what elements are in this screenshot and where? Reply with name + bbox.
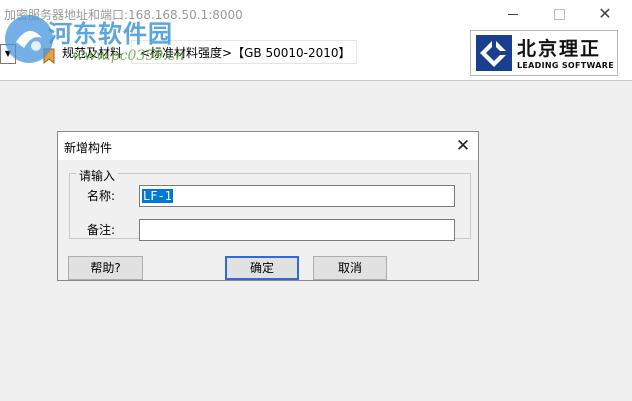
name-input[interactable]: LF-1 xyxy=(139,185,455,207)
watermark-text: 河东软件园 xyxy=(48,20,173,48)
name-label: 名称: xyxy=(87,189,116,203)
minimize-icon xyxy=(508,13,518,15)
note-label: 备注: xyxy=(87,223,116,237)
new-component-dialog: 新增构件 ✕ 请输入 名称: LF-1 备注: 帮助? 确定 取消 xyxy=(57,131,479,281)
groupbox-legend: 请输入 xyxy=(76,167,119,184)
cancel-button[interactable]: 取消 xyxy=(313,256,387,280)
watermark-url: www.pc0359.cn xyxy=(72,48,185,64)
note-input[interactable] xyxy=(139,219,455,241)
logo-chinese-text: 北京理正 xyxy=(517,38,602,60)
close-icon: ✕ xyxy=(455,136,471,156)
close-icon: ✕ xyxy=(598,4,612,23)
window-close-button[interactable]: ✕ xyxy=(582,0,628,28)
dialog-close-button[interactable]: ✕ xyxy=(452,135,474,157)
ok-button[interactable]: 确定 xyxy=(225,256,299,280)
dialog-titlebar: 新增构件 ✕ xyxy=(58,132,478,160)
minimize-button[interactable] xyxy=(490,0,536,28)
logo-mark-icon xyxy=(476,35,512,71)
logo-english-text: LEADING SOFTWARE xyxy=(517,61,614,70)
company-logo: 北京理正 LEADING SOFTWARE xyxy=(470,30,618,76)
maximize-button[interactable] xyxy=(536,0,582,28)
maximize-icon xyxy=(553,8,565,20)
name-input-value: LF-1 xyxy=(142,189,173,203)
dialog-title: 新增构件 xyxy=(64,141,113,155)
help-button[interactable]: 帮助? xyxy=(68,256,143,280)
